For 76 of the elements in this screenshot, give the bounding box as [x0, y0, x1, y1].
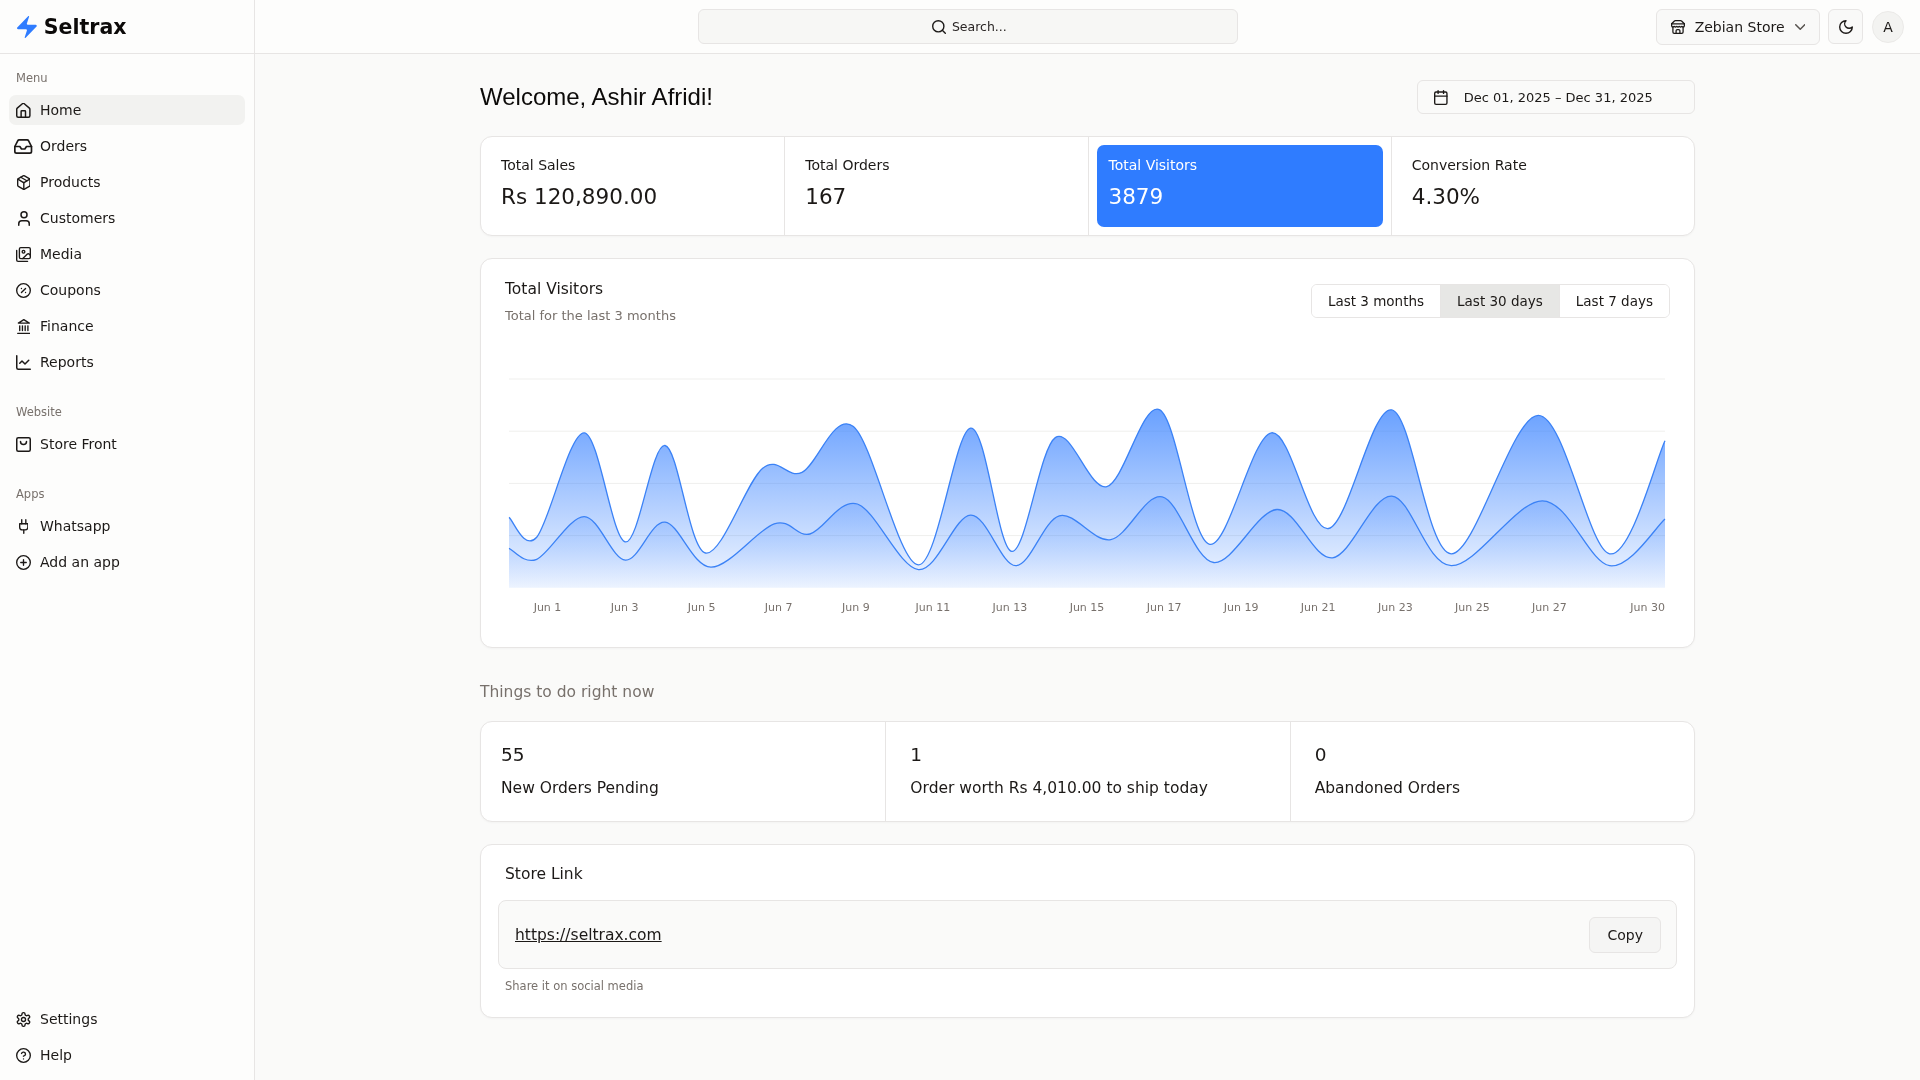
- nav-item[interactable]: Add an app: [9, 547, 245, 577]
- axis-label: Jun 7: [764, 601, 793, 614]
- section-label: Apps: [15, 486, 46, 502]
- stat-tab[interactable]: Total Orders 167: [793, 145, 1080, 227]
- nav-item[interactable]: Coupons: [9, 275, 245, 305]
- copy-button[interactable]: Copy: [1589, 916, 1661, 953]
- section-label: Menu: [15, 70, 49, 86]
- percent-icon: [16, 282, 31, 298]
- task-count: 0: [1314, 743, 1328, 767]
- store-icon: [1670, 19, 1685, 34]
- nav-item[interactable]: Whatsapp: [9, 511, 245, 541]
- task-label: Abandoned Orders: [1314, 778, 1461, 799]
- axis-label: Jun 3: [610, 601, 639, 614]
- nav-item[interactable]: Help: [9, 1040, 245, 1070]
- axis-label: Jun 5: [687, 601, 716, 614]
- axis-label: Jun 25: [1454, 601, 1490, 614]
- card-title: Store Link: [504, 864, 584, 885]
- nav-item[interactable]: Customers: [9, 203, 245, 233]
- plug-icon: [18, 518, 29, 534]
- axis-label: Jun 13: [992, 601, 1028, 614]
- chart-subtitle: Total for the last 3 months: [505, 307, 676, 325]
- axis-label: Jun 21: [1300, 601, 1336, 614]
- settings-icon: [16, 1011, 31, 1027]
- nav-item[interactable]: Orders: [9, 131, 245, 161]
- nav-item[interactable]: Home: [9, 95, 245, 125]
- logo-text: Seltrax: [43, 13, 127, 41]
- page-title: Welcome, Ashir Afridi!: [480, 82, 713, 112]
- avatar[interactable]: A: [1872, 10, 1904, 43]
- moon-icon: [1838, 19, 1853, 34]
- axis-label: Jun 23: [1377, 601, 1413, 614]
- search-icon: [932, 19, 947, 34]
- date-range-button[interactable]: Dec 01, 2025 – Dec 31, 2025: [1417, 80, 1695, 114]
- axis-label: Jun 27: [1532, 601, 1567, 614]
- image-icon: [16, 246, 31, 262]
- axis-label: Jun 1: [533, 601, 562, 614]
- inbox-icon: [14, 138, 33, 154]
- section-heading: Things to do right now: [480, 682, 656, 703]
- nav-item[interactable]: Products: [9, 167, 245, 197]
- axis-label: Jun 9: [841, 601, 870, 614]
- package-icon: [16, 174, 31, 190]
- range-tab[interactable]: Last 7 days: [1558, 285, 1669, 317]
- chevron-down-icon: [1794, 23, 1805, 30]
- axis-label: Jun 11: [915, 601, 951, 614]
- axis-label: Jun 17: [1146, 601, 1182, 614]
- user-icon: [17, 210, 30, 226]
- bank-icon: [16, 318, 31, 334]
- range-tab[interactable]: Last 30 days: [1440, 285, 1559, 317]
- task-label: Order worth Rs 4,010.00 to ship today: [910, 778, 1209, 799]
- calendar-icon: [1434, 89, 1448, 105]
- nav-item[interactable]: Finance: [9, 311, 245, 341]
- home-icon: [16, 102, 31, 118]
- help-icon: [16, 1047, 31, 1063]
- axis-label: Jun 30: [1630, 601, 1665, 614]
- lightning-icon: [17, 15, 37, 38]
- nav-item[interactable]: Media: [9, 239, 245, 269]
- nav-item[interactable]: Settings: [9, 1004, 245, 1034]
- stat-tab[interactable]: Conversion Rate 4.30%: [1399, 145, 1686, 227]
- nav-item[interactable]: Reports: [9, 347, 245, 377]
- task-label: New Orders Pending: [501, 778, 660, 799]
- shopping-bag-icon: [16, 436, 31, 452]
- line-chart-icon: [16, 354, 31, 370]
- nav-item[interactable]: Store Front: [9, 429, 245, 459]
- store-url-link[interactable]: https://seltrax.com: [515, 925, 662, 944]
- helper-text: Share it on social media: [504, 978, 645, 994]
- plus-circle-icon: [16, 554, 31, 570]
- axis-label: Jun 15: [1069, 601, 1105, 614]
- stat-tab[interactable]: Total Visitors 3879: [1096, 145, 1383, 227]
- chart-title: Total Visitors: [505, 279, 605, 300]
- search-field[interactable]: Search...: [698, 9, 1239, 44]
- axis-label: Jun 19: [1223, 601, 1259, 614]
- task-count: 1: [910, 743, 924, 767]
- store-selector[interactable]: Zebian Store: [1655, 8, 1820, 45]
- task-count: 55: [501, 743, 526, 767]
- stat-tab[interactable]: Total Sales Rs 120,890.00: [489, 145, 777, 227]
- theme-toggle-button[interactable]: [1828, 9, 1863, 44]
- section-label: Website: [15, 404, 63, 420]
